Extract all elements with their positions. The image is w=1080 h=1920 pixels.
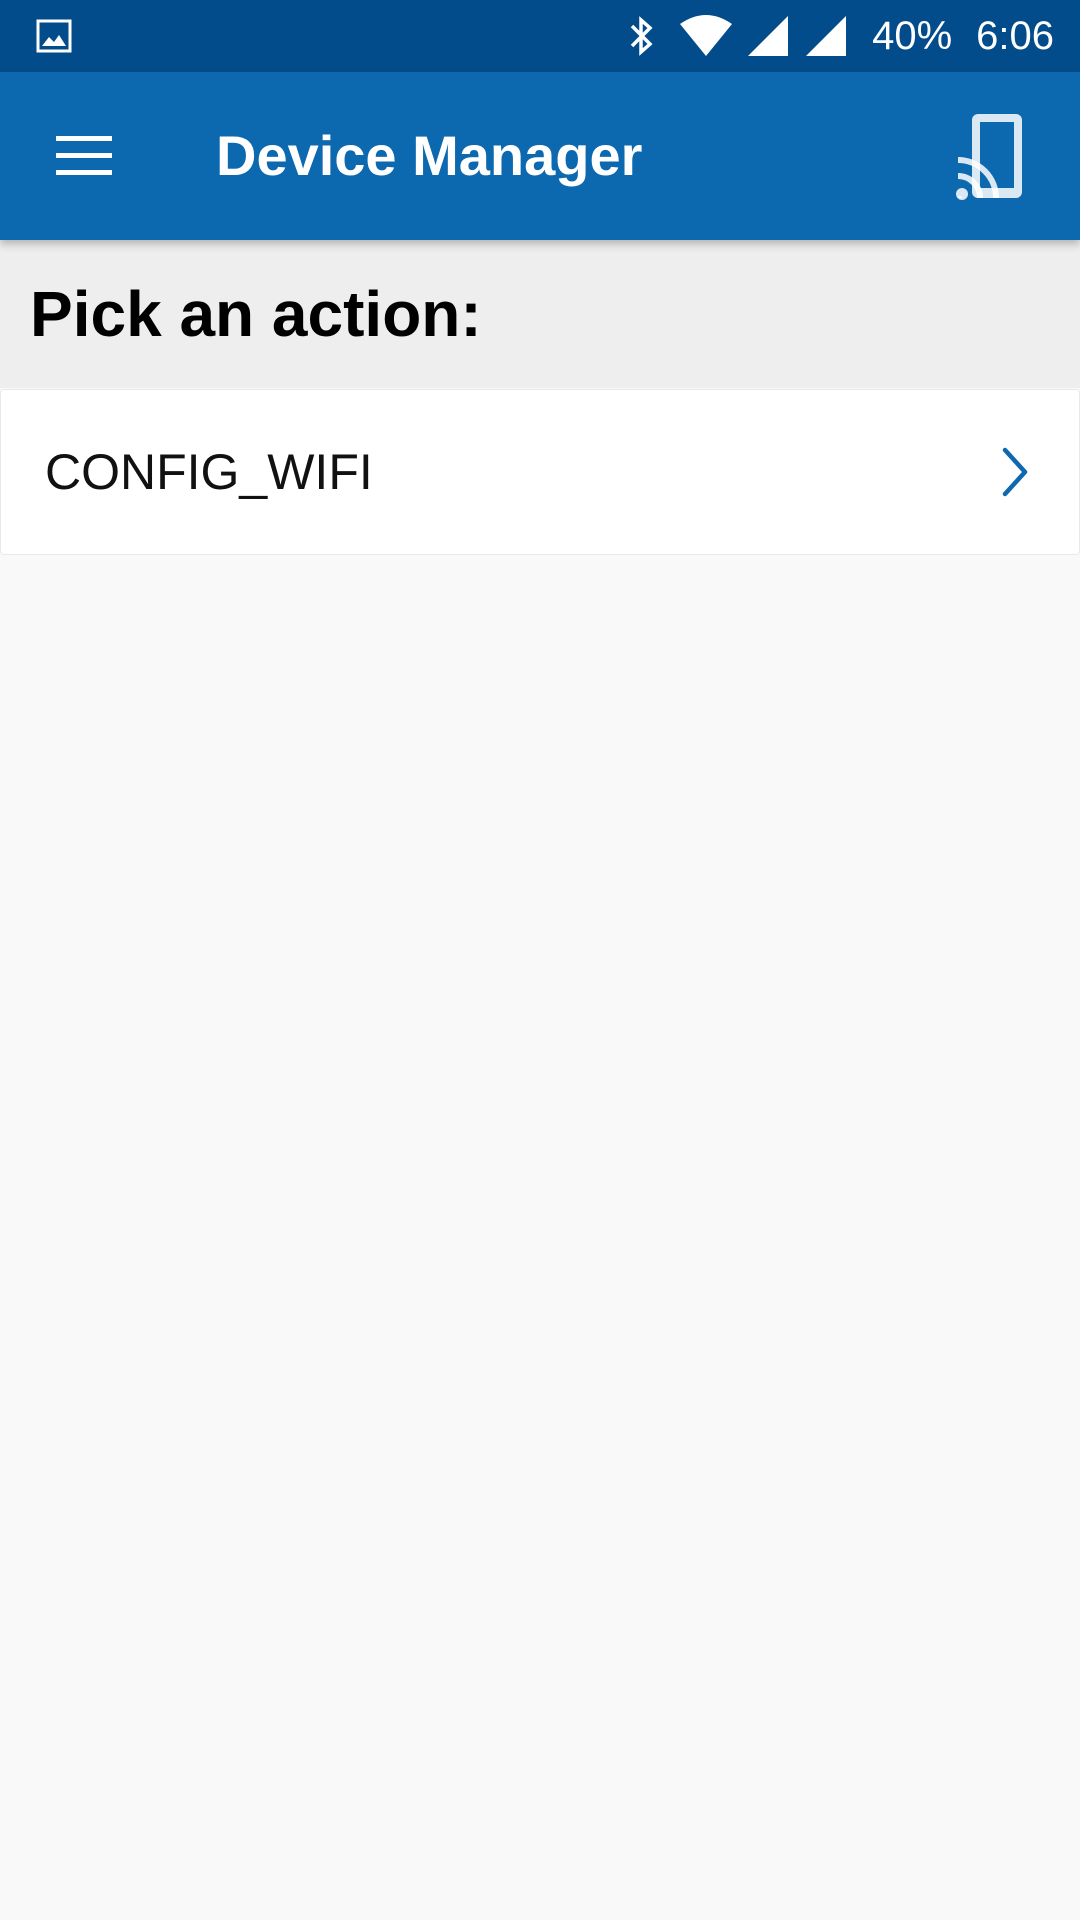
section-title: Pick an action: [30,278,482,350]
section-header: Pick an action: [0,240,1080,388]
status-time: 6:06 [976,13,1054,58]
wifi-icon [678,14,734,58]
list-item-config-wifi[interactable]: CONFIG_WIFI [0,389,1080,555]
signal-icon [804,14,848,58]
list-item-label: CONFIG_WIFI [45,444,373,500]
app-bar: Device Manager [0,72,1080,240]
battery-level-text: 40% [872,13,953,58]
status-indicators: 40% 6:06 [626,0,1080,72]
image-notification-icon [36,18,72,54]
signal-icon [746,14,790,58]
cast-device-icon[interactable] [944,108,1040,204]
status-bar: 40% 6:06 [0,0,1080,72]
bluetooth-icon [626,14,656,58]
page-title: Device Manager [216,124,643,187]
chevron-right-icon [995,440,1035,504]
hamburger-menu-icon[interactable] [36,108,132,204]
action-list: CONFIG_WIFI [0,389,1080,555]
